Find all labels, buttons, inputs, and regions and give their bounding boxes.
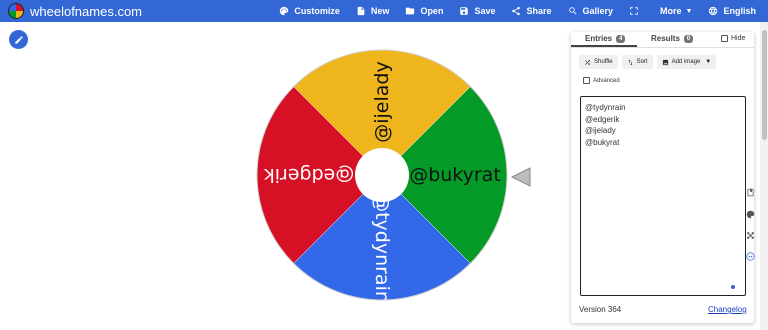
more-label: More bbox=[660, 6, 682, 16]
advanced-label: Advanced bbox=[593, 77, 620, 84]
entry-line: @tydynrain bbox=[585, 103, 626, 112]
sidebar-apps-button[interactable] bbox=[744, 229, 756, 241]
shuffle-button[interactable]: Shuffle bbox=[579, 55, 618, 69]
open-button[interactable]: Open bbox=[405, 6, 443, 16]
customize-button[interactable]: Customize bbox=[279, 6, 340, 16]
pencil-icon bbox=[14, 35, 23, 44]
hide-label: Hide bbox=[731, 35, 746, 42]
caret-down-icon: ▼ bbox=[705, 59, 712, 65]
sort-label: Sort bbox=[636, 59, 648, 65]
sort-icon bbox=[628, 59, 633, 65]
tab-results-label: Results bbox=[651, 34, 680, 43]
share-icon bbox=[512, 6, 521, 16]
shuffle-icon bbox=[585, 59, 590, 65]
caret-down-icon: ▼ bbox=[685, 7, 693, 15]
wheel-segment-label: @bukyrat bbox=[409, 164, 501, 186]
entry-line: @ijelady bbox=[585, 126, 616, 135]
gallery-button[interactable]: Gallery bbox=[568, 6, 614, 16]
top-navigation-bar: wheelofnames.com Customize New Open Save… bbox=[0, 0, 768, 22]
changelog-link[interactable]: Changelog bbox=[708, 305, 747, 314]
search-icon bbox=[568, 7, 577, 15]
results-count-badge: 0 bbox=[683, 34, 694, 43]
brand-name: wheelofnames.com bbox=[30, 3, 142, 19]
entries-count-badge: 4 bbox=[616, 34, 626, 43]
globe-icon bbox=[709, 6, 718, 16]
sidebar-assistant-button[interactable] bbox=[744, 250, 756, 262]
add-image-label: Add image bbox=[671, 59, 701, 65]
page-scrollbar-thumb[interactable] bbox=[762, 30, 767, 140]
customize-label: Customize bbox=[294, 6, 340, 16]
assistant-icon bbox=[745, 251, 755, 261]
entry-line: @edgerik bbox=[585, 114, 620, 124]
entry-line: @bukyrat bbox=[585, 137, 620, 147]
sidebar-palette-button[interactable] bbox=[744, 208, 756, 220]
spin-wheel[interactable]: @tydynrain @edgerik @ijelady @bukyrat bbox=[256, 39, 508, 311]
hide-checkbox[interactable] bbox=[721, 35, 728, 42]
wheel-segment-label: @ijelady bbox=[371, 61, 393, 142]
wheel-segment-label: @edgerik bbox=[264, 164, 355, 186]
tabs-divider bbox=[571, 47, 754, 48]
add-image-button[interactable]: Add image ▼ bbox=[656, 55, 717, 69]
brand-link[interactable]: wheelofnames.com bbox=[8, 3, 142, 19]
save-icon bbox=[460, 7, 469, 15]
save-label: Save bbox=[474, 6, 496, 16]
tab-entries[interactable]: Entries 4 bbox=[585, 34, 626, 43]
shuffle-label: Shuffle bbox=[594, 59, 613, 65]
entries-panel: Entries 4 Results 0 Hide Shuffle Sort Ad… bbox=[571, 32, 754, 323]
wheel-center-hub[interactable] bbox=[355, 148, 409, 202]
wheel-pointer-icon bbox=[510, 167, 531, 187]
entries-toolbar: Shuffle Sort Add image ▼ bbox=[579, 55, 720, 69]
sidebar-book-button[interactable] bbox=[744, 186, 756, 198]
fullscreen-icon bbox=[630, 7, 638, 15]
save-button[interactable]: Save bbox=[459, 6, 495, 16]
fullscreen-button[interactable] bbox=[629, 6, 644, 16]
palette-icon bbox=[746, 210, 754, 218]
wheel-logo-icon bbox=[8, 3, 24, 19]
tab-results[interactable]: Results 0 bbox=[651, 34, 694, 43]
new-button[interactable]: New bbox=[356, 6, 390, 16]
book-icon bbox=[747, 188, 753, 196]
language-button[interactable]: English bbox=[708, 6, 756, 16]
share-label: Share bbox=[526, 6, 552, 16]
hide-toggle[interactable]: Hide bbox=[721, 35, 745, 42]
command-icon bbox=[746, 231, 754, 239]
top-menu: Customize New Open Save Share Gallery Mo… bbox=[263, 0, 756, 22]
share-button[interactable]: Share bbox=[511, 6, 552, 16]
advanced-checkbox[interactable] bbox=[583, 77, 590, 84]
new-label: New bbox=[370, 6, 390, 16]
tab-entries-label: Entries bbox=[585, 34, 613, 43]
version-text: Version 364 bbox=[579, 305, 622, 314]
advanced-toggle[interactable]: Advanced bbox=[583, 77, 620, 84]
image-icon bbox=[662, 59, 668, 65]
folder-icon bbox=[406, 7, 415, 15]
textarea-status-dot bbox=[731, 285, 735, 289]
open-label: Open bbox=[420, 6, 444, 16]
panel-tabs: Entries 4 Results 0 Hide bbox=[571, 32, 754, 47]
gallery-label: Gallery bbox=[582, 6, 614, 16]
language-label: English bbox=[723, 6, 756, 16]
edit-button[interactable] bbox=[9, 30, 28, 49]
wheel-segment-label: @tydynrain bbox=[371, 193, 393, 303]
entries-textarea[interactable]: @tydynrain @edgerik @ijelady @bukyrat bbox=[580, 96, 746, 296]
sort-button[interactable]: Sort bbox=[621, 55, 653, 69]
file-icon bbox=[357, 6, 365, 16]
more-menu-button[interactable]: More ▼ bbox=[660, 6, 692, 16]
palette-icon bbox=[280, 6, 289, 16]
